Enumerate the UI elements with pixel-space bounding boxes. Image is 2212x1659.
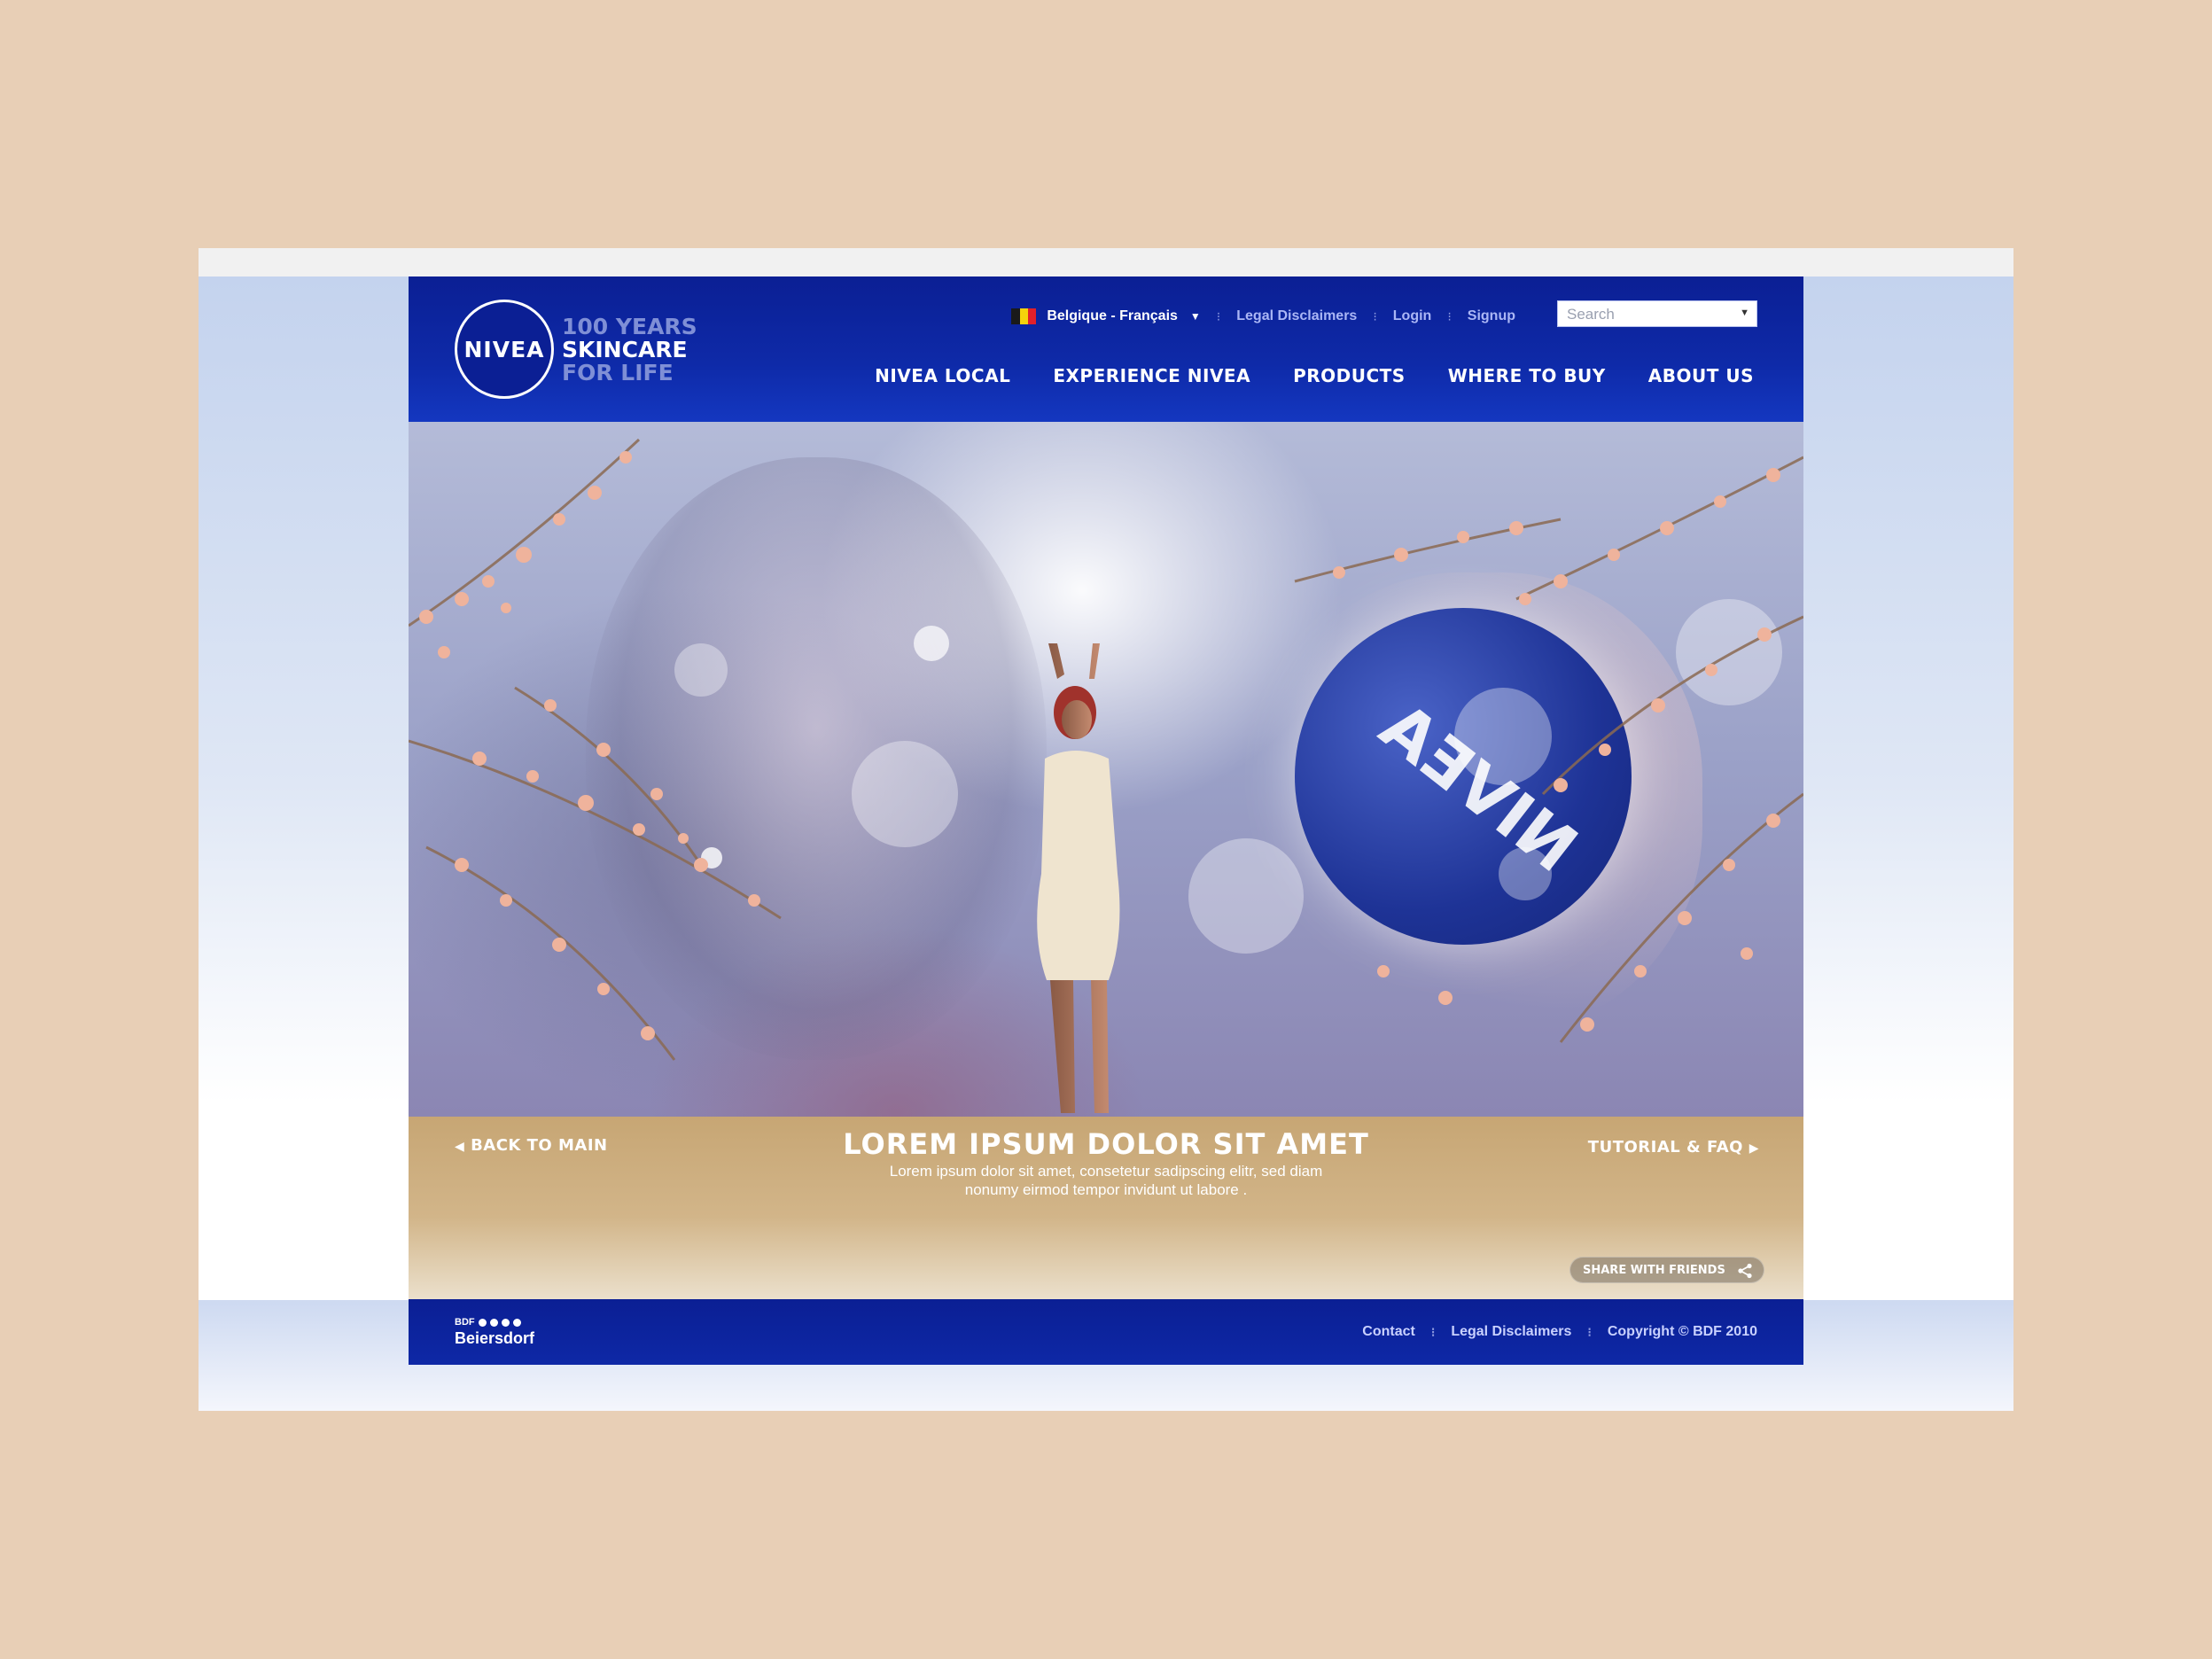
language-selector[interactable]: Belgique - Français	[1047, 308, 1178, 324]
nav-nivea-local[interactable]: NIVEA LOCAL	[875, 365, 1010, 386]
tagline: 100 YEARS SKINCARE FOR LIFE	[562, 315, 697, 385]
search-box: ▼	[1557, 300, 1757, 327]
browser-bar	[199, 248, 2013, 276]
nivea-logo[interactable]: NIVEA	[455, 300, 554, 399]
separator: ⁝	[1216, 308, 1221, 323]
beiersdorf-logo[interactable]: BDF Beiersdorf	[455, 1317, 534, 1348]
footer-copyright: Copyright © BDF 2010	[1607, 1324, 1757, 1339]
blossom-branches	[409, 438, 1803, 1061]
utility-bar: Belgique - Français ▼ ⁝ Legal Disclaimer…	[1011, 305, 1515, 328]
footer-legal-link[interactable]: Legal Disclaimers	[1451, 1324, 1571, 1340]
banner-text: Lorem ipsum dolor sit amet, consetetur s…	[889, 1163, 1323, 1198]
beiersdorf-text: Beiersdorf	[455, 1329, 535, 1347]
site-container: NIVEA 100 YEARS SKINCARE FOR LIFE Belgiq…	[409, 276, 1803, 1365]
chevron-right-icon: ▶	[1749, 1141, 1759, 1156]
bdf-text: BDF	[455, 1317, 475, 1328]
tagline-line-3: FOR LIFE	[562, 360, 674, 386]
share-label: SHARE WITH FRIENDS	[1583, 1263, 1725, 1277]
main-nav: NIVEA LOCAL EXPERIENCE NIVEA PRODUCTS WH…	[875, 365, 1754, 386]
footer-contact-link[interactable]: Contact	[1362, 1324, 1415, 1340]
content-banner: ◀ BACK TO MAIN LOREM IPSUM DOLOR SIT AME…	[409, 1117, 1803, 1299]
separator: ⁝	[1430, 1324, 1436, 1339]
site-footer: BDF Beiersdorf Contact ⁝ Legal Disclaime…	[409, 1299, 1803, 1365]
bdf-mark: BDF	[455, 1317, 534, 1328]
belgium-flag-icon	[1011, 308, 1037, 324]
legal-disclaimers-link[interactable]: Legal Disclaimers	[1236, 308, 1357, 324]
tagline-line-1: 100 YEARS	[562, 314, 697, 339]
logo-text: NIVEA	[463, 336, 545, 362]
share-icon	[1738, 1263, 1752, 1279]
footer-links: Contact ⁝ Legal Disclaimers ⁝ Copyright …	[1362, 1324, 1757, 1340]
nav-about-us[interactable]: ABOUT US	[1648, 365, 1754, 386]
search-input[interactable]	[1565, 302, 1737, 327]
search-dropdown-icon[interactable]: ▼	[1740, 308, 1749, 318]
tutorial-faq-link[interactable]: TUTORIAL & FAQ ▶	[1588, 1138, 1759, 1157]
nav-products[interactable]: PRODUCTS	[1293, 365, 1406, 386]
separator: ⁝	[1447, 308, 1452, 323]
browser-frame: NIVEA 100 YEARS SKINCARE FOR LIFE Belgiq…	[199, 248, 2013, 1411]
nav-where-to-buy[interactable]: WHERE TO BUY	[1448, 365, 1606, 386]
signup-link[interactable]: Signup	[1468, 308, 1515, 324]
login-link[interactable]: Login	[1393, 308, 1432, 324]
separator: ⁝	[1373, 308, 1377, 323]
tutorial-faq-label: TUTORIAL & FAQ	[1587, 1138, 1743, 1157]
nav-experience-nivea[interactable]: EXPERIENCE NIVEA	[1053, 365, 1250, 386]
site-header: NIVEA 100 YEARS SKINCARE FOR LIFE Belgiq…	[409, 276, 1803, 422]
tagline-line-2: SKINCARE	[562, 337, 688, 362]
hero-image: NIVEA	[409, 422, 1803, 1117]
chevron-down-icon[interactable]: ▼	[1190, 310, 1201, 323]
share-with-friends-button[interactable]: SHARE WITH FRIENDS	[1569, 1257, 1764, 1283]
separator: ⁝	[1587, 1324, 1592, 1339]
